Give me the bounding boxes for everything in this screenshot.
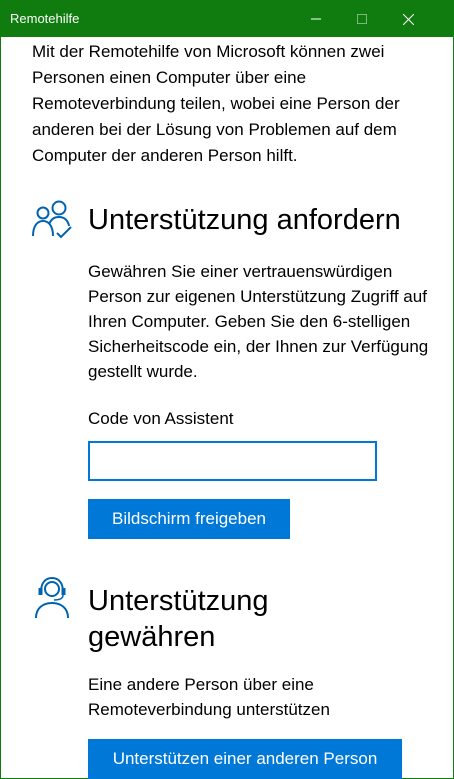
maximize-icon — [357, 14, 367, 24]
provide-support-description: Eine andere Person über eine Remoteverbi… — [88, 675, 330, 719]
code-field-label: Code von Assistent — [88, 409, 234, 428]
provide-support-heading-line1: Unterstützung — [88, 585, 269, 617]
request-support-heading: Unterstützung anfordern — [88, 204, 401, 236]
request-support-description: Gewähren Sie einer vertrauenswürdigen Pe… — [88, 262, 429, 381]
maximize-button[interactable] — [339, 1, 385, 37]
window-title: Remotehilfe — [10, 11, 80, 26]
minimize-icon — [311, 18, 321, 20]
help-someone-button[interactable]: Unterstützen einer anderen Person — [88, 739, 402, 779]
title-bar[interactable]: Remotehilfe — [1, 1, 453, 37]
close-button[interactable] — [385, 1, 431, 37]
helper-code-input[interactable] — [88, 441, 377, 481]
intro-text: Mit der Remotehilfe von Microsoft können… — [32, 42, 400, 165]
share-screen-button[interactable]: Bildschirm freigeben — [88, 499, 290, 539]
minimize-button[interactable] — [293, 1, 339, 37]
remote-assistance-window: Remotehilfe Mit der Remotehilfe von Micr… — [0, 0, 454, 779]
people-check-icon — [32, 200, 72, 239]
headset-person-icon — [35, 576, 69, 619]
close-icon — [402, 13, 414, 25]
provide-support-heading-line2: gewähren — [88, 621, 216, 653]
